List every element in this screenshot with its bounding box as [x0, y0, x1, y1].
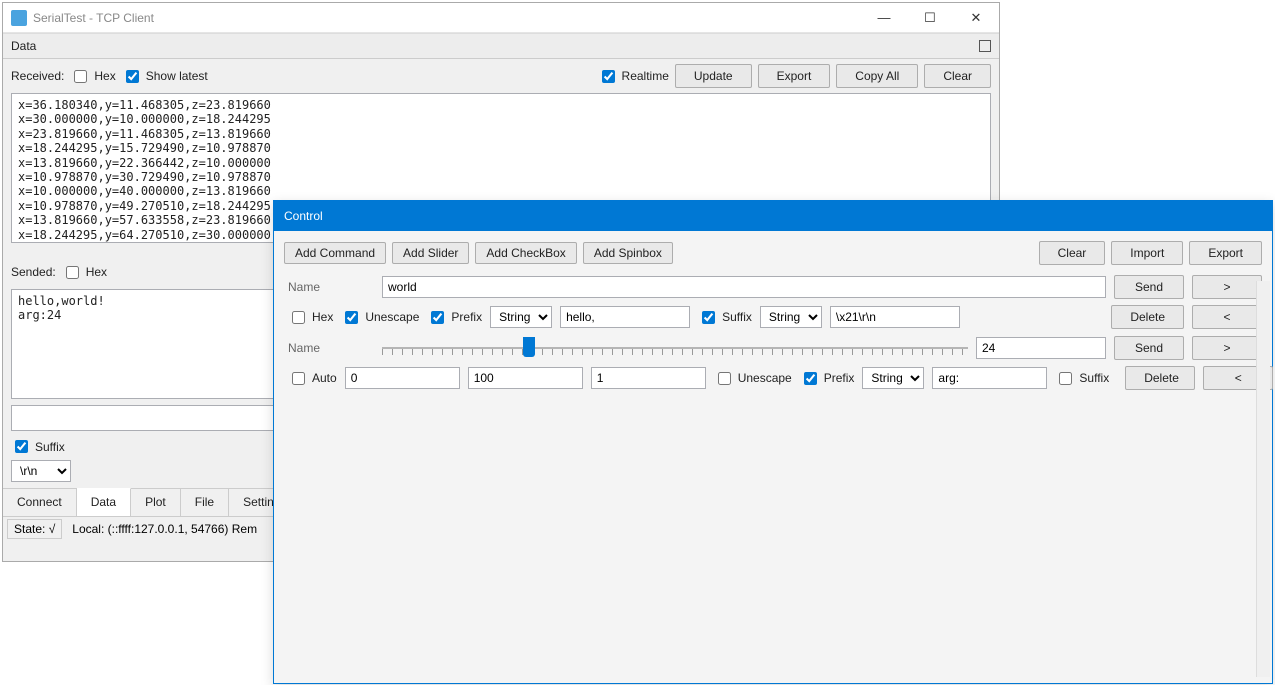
slider[interactable] [382, 339, 968, 357]
clear-button[interactable]: Clear [924, 64, 991, 88]
slider-min-input[interactable] [345, 367, 460, 389]
slider-delete-button[interactable]: Delete [1125, 366, 1195, 390]
received-hex-checkbox[interactable]: Hex [70, 67, 115, 86]
slider-prefix-type[interactable]: String [862, 367, 924, 389]
control-scrollbar[interactable] [1256, 281, 1270, 677]
cmd-prefix-type[interactable]: String [490, 306, 552, 328]
cmd-suffix-checkbox[interactable]: Suffix [698, 308, 752, 327]
window-title: SerialTest - TCP Client [33, 11, 861, 25]
slider-expand-button[interactable]: > [1192, 336, 1262, 360]
suffix-select[interactable]: \r\n [11, 460, 71, 482]
tab-connect[interactable]: Connect [3, 489, 77, 516]
suffix-checkbox[interactable]: Suffix [11, 437, 65, 456]
show-latest-checkbox[interactable]: Show latest [122, 67, 208, 86]
slider-unescape-checkbox[interactable]: Unescape [714, 369, 792, 388]
status-state: State: √ [7, 519, 62, 539]
control-export-button[interactable]: Export [1189, 241, 1262, 265]
control-toolbar: Add Command Add Slider Add CheckBox Add … [284, 241, 1262, 265]
cmd-unescape-checkbox[interactable]: Unescape [341, 308, 419, 327]
slider-step-input[interactable] [591, 367, 706, 389]
control-titlebar[interactable]: Control [274, 201, 1272, 231]
maximize-button[interactable]: ☐ [907, 3, 953, 32]
update-button[interactable]: Update [675, 64, 752, 88]
control-body: Add Command Add Slider Add CheckBox Add … [274, 231, 1272, 683]
received-toolbar: Received: Hex Show latest Realtime Updat… [3, 59, 999, 93]
dock-icon[interactable] [979, 40, 991, 52]
slider-name-label: Name [284, 341, 374, 355]
app-icon [11, 10, 27, 26]
add-slider-button[interactable]: Add Slider [392, 242, 469, 264]
control-import-button[interactable]: Import [1111, 241, 1183, 265]
minimize-button[interactable]: — [861, 3, 907, 32]
data-panel-header: Data [3, 33, 999, 59]
slider-auto-checkbox[interactable]: Auto [284, 369, 337, 388]
control-clear-button[interactable]: Clear [1039, 241, 1106, 265]
copy-all-button[interactable]: Copy All [836, 64, 918, 88]
slider-control: Name Send > Auto Unescape Pr [284, 336, 1262, 397]
slider-max-input[interactable] [468, 367, 583, 389]
slider-send-button[interactable]: Send [1114, 336, 1184, 360]
tab-data[interactable]: Data [77, 488, 131, 516]
cmd-suffix-type[interactable]: String [760, 306, 822, 328]
close-button[interactable]: ✕ [953, 3, 999, 32]
cmd-send-button[interactable]: Send [1114, 275, 1184, 299]
slider-value-input[interactable] [976, 337, 1106, 359]
slider-track-wrap [382, 337, 968, 359]
cmd-prefix-checkbox[interactable]: Prefix [427, 308, 482, 327]
cmd-collapse-button[interactable]: < [1192, 305, 1262, 329]
realtime-checkbox[interactable]: Realtime [598, 67, 669, 86]
add-checkbox-button[interactable]: Add CheckBox [475, 242, 576, 264]
slider-suffix-checkbox[interactable]: Suffix [1055, 369, 1109, 388]
received-label: Received: [11, 69, 64, 83]
control-window: Control Add Command Add Slider Add Check… [273, 200, 1273, 684]
command-control: Name Send > Hex Unescape Prefix String S… [284, 275, 1262, 336]
cmd-name-label: Name [284, 280, 374, 294]
sended-label: Sended: [11, 265, 56, 279]
slider-prefix-input[interactable] [932, 367, 1047, 389]
slider-thumb[interactable] [523, 337, 535, 357]
slider-prefix-checkbox[interactable]: Prefix [800, 369, 855, 388]
status-local: Local: (::ffff:127.0.0.1, 54766) Rem [66, 520, 263, 538]
add-command-button[interactable]: Add Command [284, 242, 386, 264]
window-controls: — ☐ ✕ [861, 3, 999, 32]
tab-file[interactable]: File [181, 489, 229, 516]
cmd-delete-button[interactable]: Delete [1111, 305, 1184, 329]
cmd-hex-checkbox[interactable]: Hex [284, 308, 333, 327]
cmd-prefix-input[interactable] [560, 306, 690, 328]
sended-hex-checkbox[interactable]: Hex [62, 263, 107, 282]
main-titlebar: SerialTest - TCP Client — ☐ ✕ [3, 3, 999, 33]
add-spinbox-button[interactable]: Add Spinbox [583, 242, 673, 264]
control-title: Control [284, 209, 323, 223]
cmd-expand-button[interactable]: > [1192, 275, 1262, 299]
export-button[interactable]: Export [758, 64, 831, 88]
cmd-suffix-input[interactable] [830, 306, 960, 328]
tab-plot[interactable]: Plot [131, 489, 181, 516]
data-panel-title: Data [11, 39, 36, 53]
cmd-name-input[interactable] [382, 276, 1106, 298]
